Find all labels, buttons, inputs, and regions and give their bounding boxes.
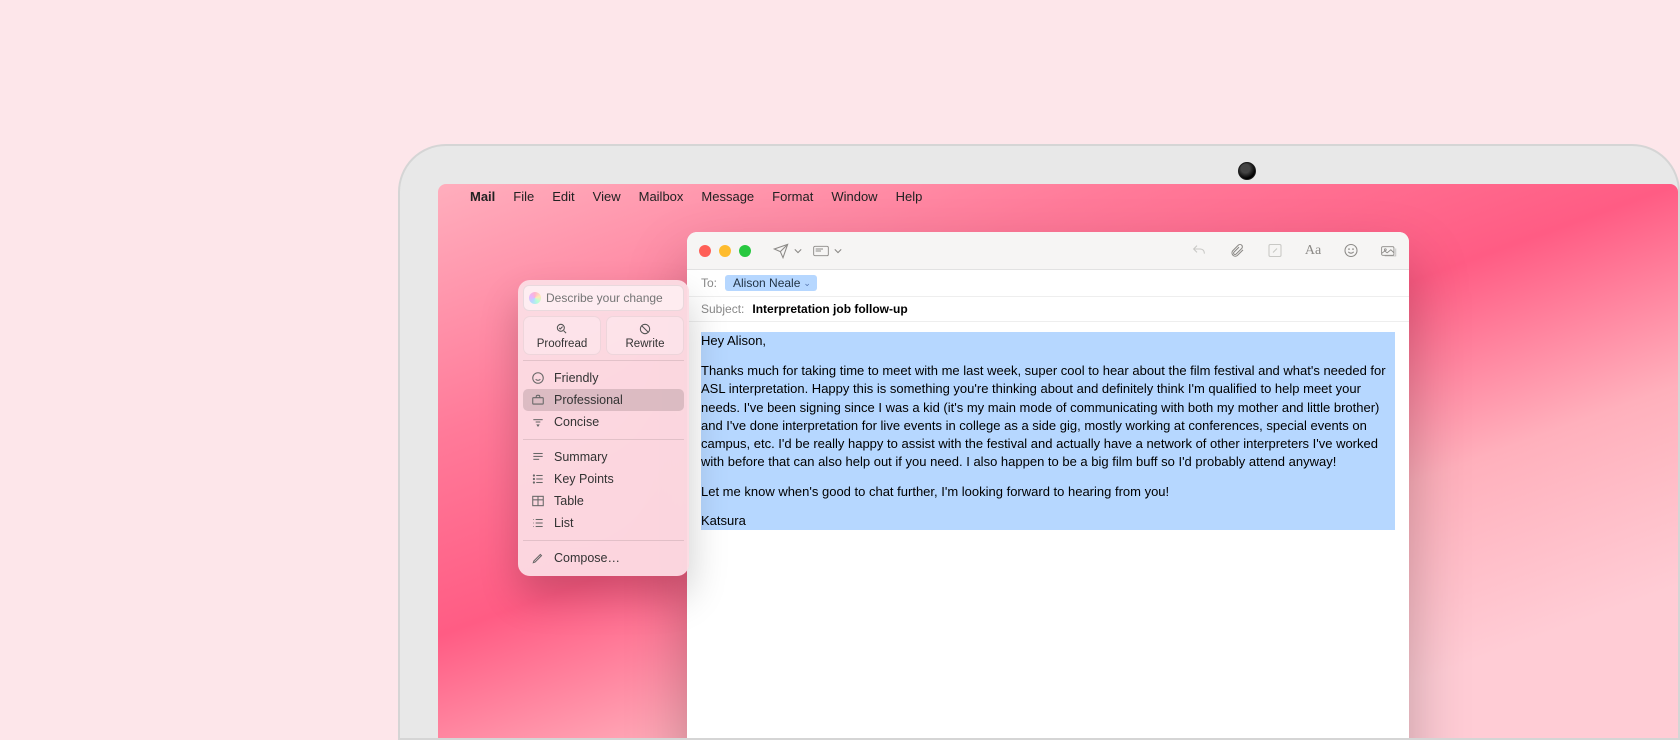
tone-professional[interactable]: Professional bbox=[523, 389, 684, 411]
subject-label: Subject: bbox=[701, 302, 744, 316]
greeting: Hey Alison, bbox=[701, 332, 1395, 350]
professional-label: Professional bbox=[554, 393, 623, 407]
emoji-icon[interactable] bbox=[1343, 243, 1359, 259]
pencil-icon bbox=[531, 551, 545, 565]
compose-label: Compose… bbox=[554, 551, 620, 565]
app-name[interactable]: Mail bbox=[470, 189, 495, 204]
attach-icon[interactable] bbox=[1229, 243, 1245, 259]
menu-view[interactable]: View bbox=[593, 189, 621, 204]
rewrite-button[interactable]: Rewrite bbox=[606, 316, 684, 355]
smile-icon bbox=[531, 371, 545, 385]
recipient-name: Alison Neale bbox=[733, 276, 800, 290]
send-icon[interactable] bbox=[773, 243, 789, 259]
subject-row[interactable]: Subject: Interpretation job follow-up bbox=[687, 297, 1409, 322]
to-label: To: bbox=[701, 276, 717, 290]
minimize-button[interactable] bbox=[719, 245, 731, 257]
screen: Mail File Edit View Mailbox Message Form… bbox=[438, 184, 1678, 738]
list-label: List bbox=[554, 516, 573, 530]
header-fields-icon[interactable] bbox=[813, 243, 829, 259]
menu-help[interactable]: Help bbox=[896, 189, 923, 204]
menu-window[interactable]: Window bbox=[831, 189, 877, 204]
keypoints-icon bbox=[531, 472, 545, 486]
transform-list[interactable]: List bbox=[523, 512, 684, 534]
table-label: Table bbox=[554, 494, 584, 508]
traffic-lights bbox=[699, 245, 751, 257]
format-icon[interactable]: Aa bbox=[1305, 243, 1321, 259]
close-button[interactable] bbox=[699, 245, 711, 257]
proofread-button[interactable]: Proofread bbox=[523, 316, 601, 355]
transform-table[interactable]: Table bbox=[523, 490, 684, 512]
imac-frame: Mail File Edit View Mailbox Message Form… bbox=[398, 144, 1680, 740]
briefcase-icon bbox=[531, 393, 545, 407]
reply-icon[interactable] bbox=[1191, 243, 1207, 259]
concise-label: Concise bbox=[554, 415, 599, 429]
recipient-chip[interactable]: Alison Neale ⌄ bbox=[725, 275, 817, 291]
summary-label: Summary bbox=[554, 450, 607, 464]
describe-change-input[interactable] bbox=[523, 285, 684, 311]
menu-message[interactable]: Message bbox=[701, 189, 754, 204]
subject-field[interactable]: Interpretation job follow-up bbox=[752, 302, 907, 316]
menu-file[interactable]: File bbox=[513, 189, 534, 204]
table-icon bbox=[531, 494, 545, 508]
chevron-down-icon[interactable]: ⌄ bbox=[803, 278, 811, 289]
chevron-down-icon[interactable] bbox=[793, 243, 803, 259]
photo-browser-icon[interactable] bbox=[1381, 243, 1397, 259]
menu-edit[interactable]: Edit bbox=[552, 189, 574, 204]
list-icon bbox=[531, 516, 545, 530]
summary-icon bbox=[531, 450, 545, 464]
tone-friendly[interactable]: Friendly bbox=[523, 367, 684, 389]
concise-icon bbox=[531, 415, 545, 429]
body-paragraph: Thanks much for taking time to meet with… bbox=[701, 362, 1395, 471]
signature: Katsura bbox=[701, 513, 746, 528]
menubar: Mail File Edit View Mailbox Message Form… bbox=[438, 184, 1678, 208]
menu-format[interactable]: Format bbox=[772, 189, 813, 204]
rewrite-label: Rewrite bbox=[626, 338, 665, 350]
compose-toolbar: Aa bbox=[687, 232, 1409, 270]
to-row[interactable]: To: Alison Neale ⌄ bbox=[687, 270, 1409, 297]
compose-window: Aa To: Alison Neale ⌄ Subject: Interpret… bbox=[687, 232, 1409, 738]
markup-icon[interactable] bbox=[1267, 243, 1283, 259]
camera-icon bbox=[1238, 162, 1256, 180]
closing-line: Let me know when's good to chat further,… bbox=[701, 483, 1395, 501]
zoom-button[interactable] bbox=[739, 245, 751, 257]
keypoints-label: Key Points bbox=[554, 472, 614, 486]
transform-keypoints[interactable]: Key Points bbox=[523, 468, 684, 490]
tone-concise[interactable]: Concise bbox=[523, 411, 684, 433]
menu-mailbox[interactable]: Mailbox bbox=[639, 189, 684, 204]
friendly-label: Friendly bbox=[554, 371, 598, 385]
proofread-label: Proofread bbox=[537, 338, 588, 350]
compose-action[interactable]: Compose… bbox=[523, 547, 684, 569]
chevron-down-icon[interactable] bbox=[833, 243, 843, 259]
email-body[interactable]: Hey Alison, Thanks much for taking time … bbox=[687, 322, 1409, 738]
writing-tools-panel: Proofread Rewrite Friendly Professional bbox=[518, 280, 689, 576]
transform-summary[interactable]: Summary bbox=[523, 446, 684, 468]
